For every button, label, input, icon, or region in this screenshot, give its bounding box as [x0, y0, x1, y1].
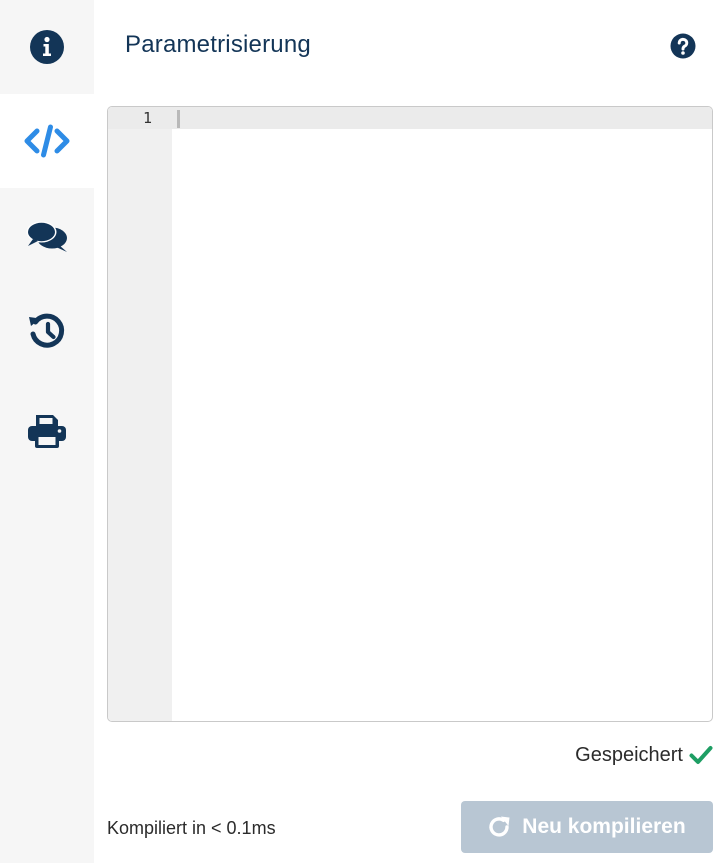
- save-status-text: Gespeichert: [575, 743, 683, 766]
- text-cursor: [177, 110, 180, 128]
- sidebar-item-print[interactable]: [0, 384, 94, 478]
- code-editor[interactable]: 1: [107, 106, 713, 722]
- sidebar-item-code[interactable]: [0, 94, 94, 188]
- page-title: Parametrisierung: [125, 31, 311, 58]
- check-icon: [689, 746, 713, 764]
- print-icon: [28, 415, 66, 448]
- recompile-button[interactable]: Neu kompilieren: [461, 801, 713, 853]
- info-circle-icon: [30, 30, 64, 64]
- compile-time-info: Kompiliert in < 0.1ms: [107, 818, 276, 838]
- sidebar-item-history[interactable]: [0, 284, 94, 378]
- question-circle-icon: [670, 33, 696, 59]
- sidebar: [0, 0, 94, 863]
- line-number: 1: [142, 109, 152, 127]
- sidebar-item-info[interactable]: [0, 0, 94, 94]
- editor-gutter: [108, 107, 172, 721]
- comments-icon: [26, 221, 67, 252]
- sidebar-item-comments[interactable]: [0, 189, 94, 283]
- code-icon: [24, 124, 70, 158]
- redo-icon: [489, 816, 510, 837]
- help-button[interactable]: [670, 33, 696, 59]
- history-icon: [29, 313, 65, 348]
- editor-line[interactable]: [172, 107, 712, 129]
- save-status: Gespeichert: [575, 742, 713, 768]
- recompile-button-label: Neu kompilieren: [522, 815, 686, 838]
